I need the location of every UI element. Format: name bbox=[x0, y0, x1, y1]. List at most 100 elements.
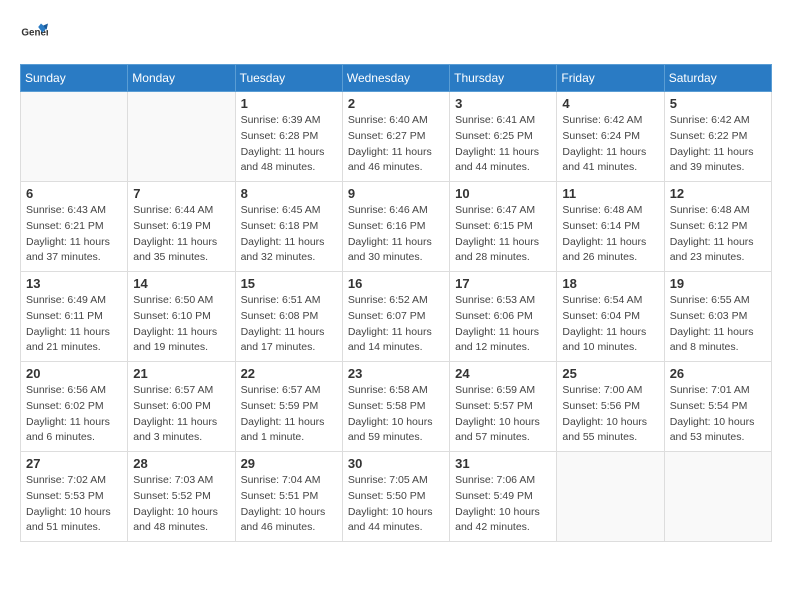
day-info: Sunrise: 7:03 AMSunset: 5:52 PMDaylight:… bbox=[133, 473, 229, 536]
calendar-cell: 19 Sunrise: 6:55 AMSunset: 6:03 PMDayligh… bbox=[664, 272, 771, 362]
day-info: Sunrise: 6:45 AMSunset: 6:18 PMDaylight:… bbox=[241, 203, 337, 266]
day-info: Sunrise: 6:57 AMSunset: 5:59 PMDaylight:… bbox=[241, 383, 337, 446]
calendar-cell bbox=[128, 92, 235, 182]
day-info: Sunrise: 6:39 AMSunset: 6:28 PMDaylight:… bbox=[241, 113, 337, 176]
calendar-header-row: SundayMondayTuesdayWednesdayThursdayFrid… bbox=[21, 65, 772, 92]
calendar-day-header: Tuesday bbox=[235, 65, 342, 92]
calendar-cell: 3 Sunrise: 6:41 AMSunset: 6:25 PMDaylight… bbox=[450, 92, 557, 182]
day-info: Sunrise: 6:52 AMSunset: 6:07 PMDaylight:… bbox=[348, 293, 444, 356]
page-header: General bbox=[20, 20, 772, 48]
day-info: Sunrise: 6:55 AMSunset: 6:03 PMDaylight:… bbox=[670, 293, 766, 356]
day-info: Sunrise: 6:59 AMSunset: 5:57 PMDaylight:… bbox=[455, 383, 551, 446]
day-number: 10 bbox=[455, 186, 551, 201]
day-number: 20 bbox=[26, 366, 122, 381]
day-info: Sunrise: 6:58 AMSunset: 5:58 PMDaylight:… bbox=[348, 383, 444, 446]
day-info: Sunrise: 6:51 AMSunset: 6:08 PMDaylight:… bbox=[241, 293, 337, 356]
day-number: 30 bbox=[348, 456, 444, 471]
day-info: Sunrise: 7:00 AMSunset: 5:56 PMDaylight:… bbox=[562, 383, 658, 446]
calendar-cell bbox=[557, 452, 664, 542]
calendar-day-header: Sunday bbox=[21, 65, 128, 92]
day-info: Sunrise: 6:49 AMSunset: 6:11 PMDaylight:… bbox=[26, 293, 122, 356]
day-number: 3 bbox=[455, 96, 551, 111]
day-info: Sunrise: 6:46 AMSunset: 6:16 PMDaylight:… bbox=[348, 203, 444, 266]
day-number: 26 bbox=[670, 366, 766, 381]
day-info: Sunrise: 7:01 AMSunset: 5:54 PMDaylight:… bbox=[670, 383, 766, 446]
day-number: 13 bbox=[26, 276, 122, 291]
calendar-cell: 25 Sunrise: 7:00 AMSunset: 5:56 PMDayligh… bbox=[557, 362, 664, 452]
day-info: Sunrise: 6:42 AMSunset: 6:22 PMDaylight:… bbox=[670, 113, 766, 176]
calendar-cell: 15 Sunrise: 6:51 AMSunset: 6:08 PMDayligh… bbox=[235, 272, 342, 362]
day-number: 16 bbox=[348, 276, 444, 291]
day-info: Sunrise: 6:42 AMSunset: 6:24 PMDaylight:… bbox=[562, 113, 658, 176]
calendar-cell: 12 Sunrise: 6:48 AMSunset: 6:12 PMDayligh… bbox=[664, 182, 771, 272]
calendar-cell: 17 Sunrise: 6:53 AMSunset: 6:06 PMDayligh… bbox=[450, 272, 557, 362]
calendar-cell: 16 Sunrise: 6:52 AMSunset: 6:07 PMDayligh… bbox=[342, 272, 449, 362]
day-number: 15 bbox=[241, 276, 337, 291]
day-number: 6 bbox=[26, 186, 122, 201]
day-info: Sunrise: 6:40 AMSunset: 6:27 PMDaylight:… bbox=[348, 113, 444, 176]
logo-icon: General bbox=[20, 20, 48, 48]
day-number: 12 bbox=[670, 186, 766, 201]
day-info: Sunrise: 7:04 AMSunset: 5:51 PMDaylight:… bbox=[241, 473, 337, 536]
logo: General bbox=[20, 20, 52, 48]
calendar-cell: 11 Sunrise: 6:48 AMSunset: 6:14 PMDayligh… bbox=[557, 182, 664, 272]
day-info: Sunrise: 6:41 AMSunset: 6:25 PMDaylight:… bbox=[455, 113, 551, 176]
calendar-cell: 23Sunrise: 6:58 AMSunset: 5:58 PMDayligh… bbox=[342, 362, 449, 452]
day-info: Sunrise: 6:48 AMSunset: 6:14 PMDaylight:… bbox=[562, 203, 658, 266]
day-number: 11 bbox=[562, 186, 658, 201]
calendar-cell: 29 Sunrise: 7:04 AMSunset: 5:51 PMDayligh… bbox=[235, 452, 342, 542]
calendar-cell: 31Sunrise: 7:06 AMSunset: 5:49 PMDayligh… bbox=[450, 452, 557, 542]
calendar-week-row: 20 Sunrise: 6:56 AMSunset: 6:02 PMDayligh… bbox=[21, 362, 772, 452]
day-number: 9 bbox=[348, 186, 444, 201]
day-number: 14 bbox=[133, 276, 229, 291]
calendar-week-row: 13 Sunrise: 6:49 AMSunset: 6:11 PMDayligh… bbox=[21, 272, 772, 362]
day-number: 24 bbox=[455, 366, 551, 381]
day-info: Sunrise: 7:05 AMSunset: 5:50 PMDaylight:… bbox=[348, 473, 444, 536]
day-number: 1 bbox=[241, 96, 337, 111]
day-number: 22 bbox=[241, 366, 337, 381]
day-info: Sunrise: 6:48 AMSunset: 6:12 PMDaylight:… bbox=[670, 203, 766, 266]
calendar-cell: 8Sunrise: 6:45 AMSunset: 6:18 PMDaylight… bbox=[235, 182, 342, 272]
calendar-cell: 9 Sunrise: 6:46 AMSunset: 6:16 PMDaylight… bbox=[342, 182, 449, 272]
calendar-day-header: Monday bbox=[128, 65, 235, 92]
calendar-cell: 26 Sunrise: 7:01 AMSunset: 5:54 PMDayligh… bbox=[664, 362, 771, 452]
day-info: Sunrise: 6:50 AMSunset: 6:10 PMDaylight:… bbox=[133, 293, 229, 356]
day-info: Sunrise: 6:47 AMSunset: 6:15 PMDaylight:… bbox=[455, 203, 551, 266]
day-info: Sunrise: 6:56 AMSunset: 6:02 PMDaylight:… bbox=[26, 383, 122, 446]
calendar-day-header: Wednesday bbox=[342, 65, 449, 92]
calendar-cell: 30 Sunrise: 7:05 AMSunset: 5:50 PMDayligh… bbox=[342, 452, 449, 542]
day-number: 27 bbox=[26, 456, 122, 471]
day-number: 19 bbox=[670, 276, 766, 291]
day-info: Sunrise: 6:54 AMSunset: 6:04 PMDaylight:… bbox=[562, 293, 658, 356]
calendar-day-header: Friday bbox=[557, 65, 664, 92]
calendar-cell: 6 Sunrise: 6:43 AMSunset: 6:21 PMDaylight… bbox=[21, 182, 128, 272]
day-number: 7 bbox=[133, 186, 229, 201]
day-number: 21 bbox=[133, 366, 229, 381]
calendar-cell: 14 Sunrise: 6:50 AMSunset: 6:10 PMDayligh… bbox=[128, 272, 235, 362]
day-info: Sunrise: 6:57 AMSunset: 6:00 PMDaylight:… bbox=[133, 383, 229, 446]
calendar-cell: 1 Sunrise: 6:39 AMSunset: 6:28 PMDaylight… bbox=[235, 92, 342, 182]
calendar-cell: 27 Sunrise: 7:02 AMSunset: 5:53 PMDayligh… bbox=[21, 452, 128, 542]
day-number: 4 bbox=[562, 96, 658, 111]
day-info: Sunrise: 6:53 AMSunset: 6:06 PMDaylight:… bbox=[455, 293, 551, 356]
calendar-cell: 18Sunrise: 6:54 AMSunset: 6:04 PMDayligh… bbox=[557, 272, 664, 362]
calendar-week-row: 6 Sunrise: 6:43 AMSunset: 6:21 PMDaylight… bbox=[21, 182, 772, 272]
calendar-cell: 4 Sunrise: 6:42 AMSunset: 6:24 PMDaylight… bbox=[557, 92, 664, 182]
calendar-cell bbox=[21, 92, 128, 182]
day-info: Sunrise: 7:06 AMSunset: 5:49 PMDaylight:… bbox=[455, 473, 551, 536]
calendar-day-header: Saturday bbox=[664, 65, 771, 92]
calendar-week-row: 1 Sunrise: 6:39 AMSunset: 6:28 PMDaylight… bbox=[21, 92, 772, 182]
calendar-cell: 7Sunrise: 6:44 AMSunset: 6:19 PMDaylight… bbox=[128, 182, 235, 272]
day-number: 25 bbox=[562, 366, 658, 381]
calendar-cell: 24 Sunrise: 6:59 AMSunset: 5:57 PMDayligh… bbox=[450, 362, 557, 452]
calendar-cell: 2 Sunrise: 6:40 AMSunset: 6:27 PMDaylight… bbox=[342, 92, 449, 182]
day-info: Sunrise: 6:43 AMSunset: 6:21 PMDaylight:… bbox=[26, 203, 122, 266]
day-number: 17 bbox=[455, 276, 551, 291]
calendar-cell: 22 Sunrise: 6:57 AMSunset: 5:59 PMDayligh… bbox=[235, 362, 342, 452]
day-info: Sunrise: 7:02 AMSunset: 5:53 PMDaylight:… bbox=[26, 473, 122, 536]
calendar-cell: 28Sunrise: 7:03 AMSunset: 5:52 PMDayligh… bbox=[128, 452, 235, 542]
calendar-cell: 13 Sunrise: 6:49 AMSunset: 6:11 PMDayligh… bbox=[21, 272, 128, 362]
day-number: 2 bbox=[348, 96, 444, 111]
calendar-table: SundayMondayTuesdayWednesdayThursdayFrid… bbox=[20, 64, 772, 542]
day-number: 29 bbox=[241, 456, 337, 471]
